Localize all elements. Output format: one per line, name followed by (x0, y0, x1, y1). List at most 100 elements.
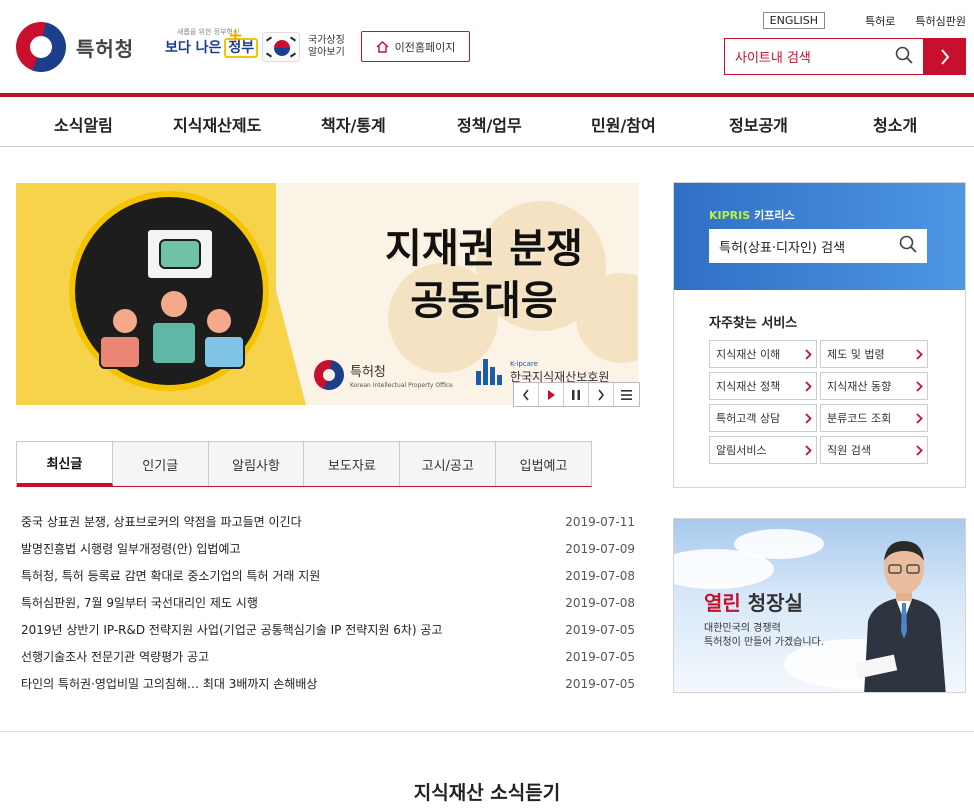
chevron-right-icon (800, 437, 816, 463)
commissioner-title-main: 청장실 (747, 591, 803, 615)
nav-item-ip-system[interactable]: 지식재산제도 (173, 112, 261, 136)
news-title[interactable]: 특허심판원, 7월 9일부터 국선대리인 제도 시행 (21, 594, 258, 611)
symbol-text: 국가상징 알아보기 (308, 35, 345, 59)
kipris-brand: KIPRIS (709, 209, 751, 222)
menu-icon (621, 389, 632, 400)
banner-play-button[interactable] (539, 383, 564, 406)
kipris-search-text: 특허(상표·디자인) 검색 (719, 240, 846, 256)
tab-press[interactable]: 보도자료 (304, 442, 401, 486)
service-law[interactable]: 제도 및 법령 (820, 340, 928, 368)
kipris-search-area: KIPRIS 키프리스 특허(상표·디자인) 검색 (674, 183, 965, 290)
banner-kipo-logo: 특허청 Korean Intellectual Property Office (314, 360, 453, 390)
news-tabs: 최신글 인기글 알림사항 보도자료 고시/공고 입법예고 (16, 441, 592, 487)
banner-list-button[interactable] (614, 383, 639, 406)
chevron-right-icon (911, 405, 927, 431)
old-homepage-label: 이전홈페이지 (394, 40, 456, 54)
banner-title-line1: 지재권 분쟁 (385, 226, 583, 272)
commissioner-title: 열린 청장실 (704, 587, 803, 616)
service-label: 지식재산 정책 (716, 380, 781, 393)
news-item[interactable]: 발명진흥법 시행령 일부개정령(안) 입법예고 2019-07-09 (21, 535, 635, 562)
tab-popular[interactable]: 인기글 (112, 442, 209, 486)
news-title[interactable]: 타인의 특허권·영업비밀 고의침해… 최대 3배까지 손해배상 (21, 675, 317, 692)
news-list: 중국 상표권 분쟁, 상표브로커의 약점을 파고들면 이긴다 2019-07-11… (21, 508, 635, 697)
nav-item-news[interactable]: 소식알림 (54, 112, 113, 136)
chevron-right-icon (800, 373, 816, 399)
site-search: 사이트내 검색 (724, 38, 966, 75)
banner-controls (513, 382, 640, 407)
main-banner[interactable]: 지재권 분쟁 공동대응 특허청 Korean Intellectual Prop… (16, 183, 638, 405)
header: 특허청 새롭을 위한 정부혁신 보다 나은 정부 + 국가상징 알아보기 이전홈페… (0, 0, 974, 94)
patent-ro-link[interactable]: 특허로 (865, 13, 895, 29)
service-label: 알림서비스 (716, 444, 767, 457)
news-item[interactable]: 특허심판원, 7월 9일부터 국선대리인 제도 시행 2019-07-08 (21, 589, 635, 616)
nav-item-policy[interactable]: 정책/업무 (457, 112, 522, 136)
news-item[interactable]: 중국 상표권 분쟁, 상표브로커의 약점을 파고들면 이긴다 2019-07-11 (21, 508, 635, 535)
chevron-right-icon (911, 341, 927, 367)
tab-latest[interactable]: 최신글 (17, 442, 113, 486)
service-label: 지식재산 이해 (716, 348, 781, 361)
chevron-right-icon (800, 341, 816, 367)
english-link[interactable]: ENGLISH (762, 12, 826, 29)
site-search-input[interactable]: 사이트내 검색 (724, 38, 924, 75)
commissioner-subtitle: 대한민국의 경쟁력 특허청이 만들어 가겠습니다. (704, 622, 824, 650)
site-search-go-button[interactable] (924, 38, 966, 75)
gov-slogan-main: 보다 나은 정부 (165, 37, 259, 58)
news-date: 2019-07-08 (565, 595, 635, 610)
search-icon[interactable] (895, 46, 913, 68)
banner-pause-button[interactable] (564, 383, 589, 406)
service-classification[interactable]: 분류코드 조회 (820, 404, 928, 432)
dispute-illustration (69, 191, 269, 391)
news-title[interactable]: 2019년 상반기 IP-R&D 전략지원 사업(기업군 공통핵심기술 IP 전… (21, 621, 442, 638)
service-consult[interactable]: 특허고객 상담 (709, 404, 817, 432)
pause-icon (572, 389, 580, 400)
tab-announce[interactable]: 고시/공고 (400, 442, 497, 486)
news-date: 2019-07-05 (565, 676, 635, 691)
national-symbol-link[interactable]: 국가상징 알아보기 (262, 32, 345, 62)
kipris-search-input[interactable]: 특허(상표·디자인) 검색 (709, 229, 927, 263)
banner-title: 지재권 분쟁 공동대응 (369, 223, 599, 327)
home-icon (376, 40, 389, 53)
news-item[interactable]: 타인의 특허권·영업비밀 고의침해… 최대 3배까지 손해배상 2019-07-0… (21, 670, 635, 697)
news-title[interactable]: 중국 상표권 분쟁, 상표브로커의 약점을 파고들면 이긴다 (21, 513, 302, 530)
service-staff-search[interactable]: 직원 검색 (820, 436, 928, 464)
nav-item-about[interactable]: 청소개 (873, 112, 917, 136)
news-title[interactable]: 선행기술조사 전문기관 역량평가 공고 (21, 648, 209, 665)
commissioner-banner[interactable]: 열린 청장실 대한민국의 경쟁력 특허청이 만들어 가겠습니다. (673, 518, 966, 693)
search-icon[interactable] (899, 235, 917, 257)
banner-prev-button[interactable] (514, 383, 539, 406)
service-label: 지식재산 동향 (827, 380, 892, 393)
chevron-right-icon (911, 373, 927, 399)
plus-icon: + (227, 25, 243, 46)
nav-item-books[interactable]: 책자/통계 (321, 112, 386, 136)
tab-legislation[interactable]: 입법예고 (496, 442, 591, 486)
kipo-logo[interactable]: 특허청 (16, 22, 134, 72)
banner-org1-en: Korean Intellectual Property Office (350, 382, 453, 389)
news-title[interactable]: 특허청, 특허 등록료 감면 확대로 중소기업의 특허 거래 지원 (21, 567, 320, 584)
gov-slogan-main-text: 보다 나은 (165, 40, 222, 56)
service-label: 직원 검색 (827, 444, 871, 457)
news-date: 2019-07-05 (565, 649, 635, 664)
banner-org1: 특허청 (350, 365, 386, 380)
service-ip-understanding[interactable]: 지식재산 이해 (709, 340, 817, 368)
service-alerts[interactable]: 알림서비스 (709, 436, 817, 464)
banner-org2-small: K-ipcare (510, 359, 538, 368)
tab-notices[interactable]: 알림사항 (208, 442, 305, 486)
news-item[interactable]: 특허청, 특허 등록료 감면 확대로 중소기업의 특허 거래 지원 2019-07… (21, 562, 635, 589)
nav-item-info[interactable]: 정보공개 (729, 112, 788, 136)
service-ip-trends[interactable]: 지식재산 동향 (820, 372, 928, 400)
banner-next-button[interactable] (589, 383, 614, 406)
nav-item-civil[interactable]: 민원/참여 (591, 112, 656, 136)
gov-slogan-logo[interactable]: 새롭을 위한 정부혁신 보다 나은 정부 + (165, 25, 259, 63)
news-item[interactable]: 선행기술조사 전문기관 역량평가 공고 2019-07-05 (21, 643, 635, 670)
symbol-text-line1: 국가상징 (308, 35, 345, 46)
section-divider (0, 731, 974, 732)
ipt-link[interactable]: 특허심판원 (915, 13, 966, 29)
news-title[interactable]: 발명진흥법 시행령 일부개정령(안) 입법예고 (21, 540, 241, 557)
banner-title-line2: 공동대응 (410, 278, 558, 324)
commissioner-photo (854, 531, 954, 692)
news-item[interactable]: 2019년 상반기 IP-R&D 전략지원 사업(기업군 공통핵심기술 IP 전… (21, 616, 635, 643)
service-ip-policy[interactable]: 지식재산 정책 (709, 372, 817, 400)
taegeuk-logo-icon (314, 360, 344, 390)
commissioner-title-red: 열린 (704, 591, 741, 615)
old-homepage-button[interactable]: 이전홈페이지 (361, 31, 470, 62)
